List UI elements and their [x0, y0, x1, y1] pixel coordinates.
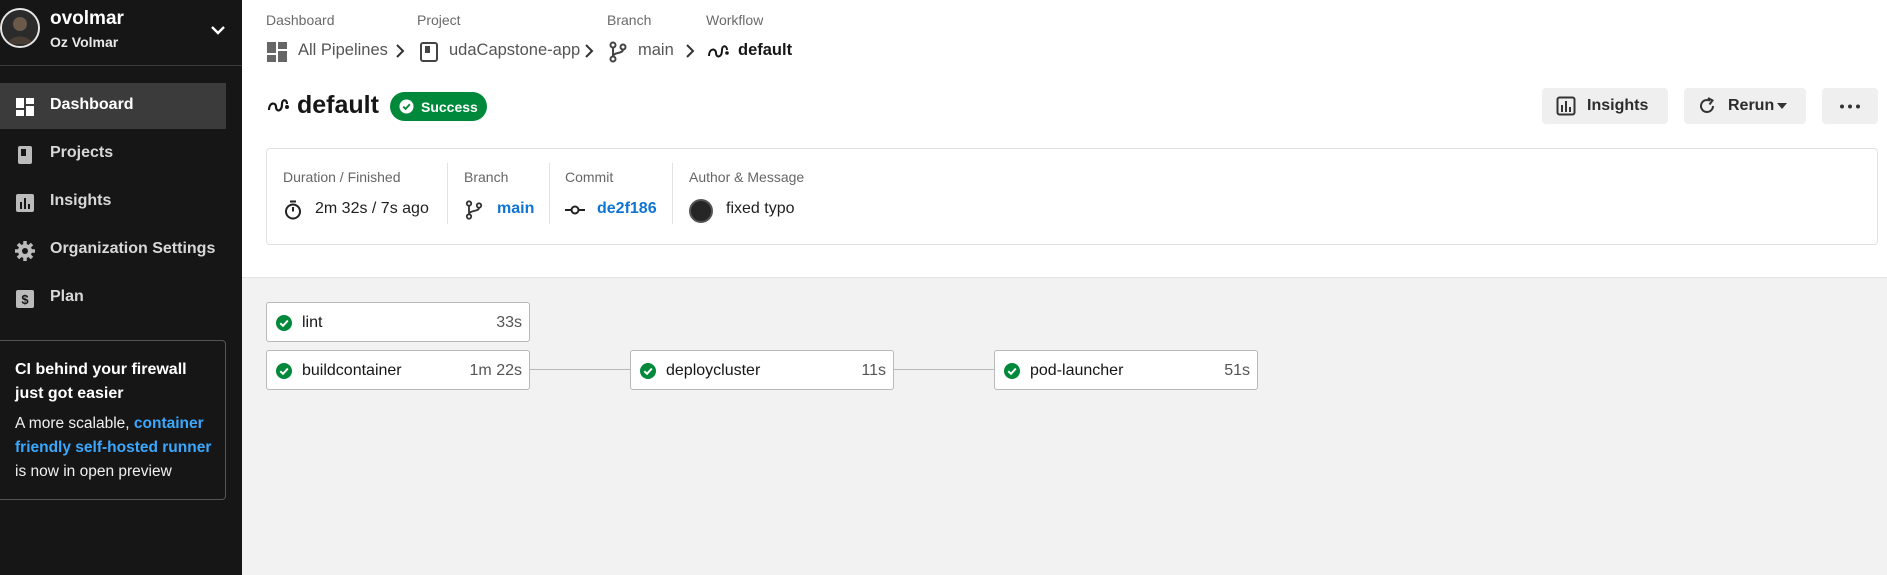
- divider: [447, 163, 448, 224]
- rerun-icon: [1700, 97, 1714, 113]
- sidebar-item-label: Projects: [50, 144, 114, 161]
- branch-label: Branch: [464, 169, 509, 185]
- sidebar-item-projects[interactable]: Projects: [0, 131, 226, 177]
- dashboard-icon: [16, 98, 34, 116]
- job-duration: 11s: [861, 362, 886, 379]
- breadcrumb-workflow-label: Workflow: [706, 12, 764, 28]
- success-check-icon: [276, 315, 292, 331]
- breadcrumb-project[interactable]: udaCapstone-app: [449, 41, 580, 60]
- commit-message: fixed typo: [726, 200, 795, 217]
- duration-value: 2m 32s / 7s ago: [315, 200, 429, 217]
- rerun-button[interactable]: Rerun: [1684, 88, 1806, 124]
- self-hosted-runner-promo: CI behind your firewall just got easier …: [0, 340, 226, 500]
- caret-down-icon: [1777, 103, 1787, 109]
- divider: [672, 163, 673, 224]
- sidebar-item-dashboard[interactable]: Dashboard: [0, 83, 226, 129]
- org-avatar: [0, 8, 40, 48]
- job-connector: [894, 369, 995, 370]
- author-label: Author & Message: [689, 169, 805, 185]
- commit-icon: [565, 205, 585, 215]
- branch-link[interactable]: main: [497, 200, 534, 218]
- chevron-right-icon: [686, 44, 695, 58]
- insights-icon: [16, 194, 34, 212]
- page-title: default: [297, 91, 379, 119]
- breadcrumb-all-pipelines[interactable]: All Pipelines: [298, 41, 388, 60]
- check-circle-icon: [399, 99, 414, 114]
- job-card-buildcontainer[interactable]: buildcontainer 1m 22s: [266, 350, 530, 390]
- branch-icon: [609, 41, 627, 63]
- projects-icon: [18, 146, 32, 164]
- workflow-icon: [708, 45, 729, 58]
- sidebar-item-label: Plan: [50, 288, 84, 305]
- job-name: deploycluster: [666, 362, 761, 379]
- status-badge: Success: [390, 92, 487, 121]
- job-card-pod-launcher[interactable]: pod-launcher 51s: [994, 350, 1258, 390]
- dashboard-icon: [267, 42, 287, 62]
- org-name: ovolmar: [50, 8, 124, 29]
- job-name: lint: [302, 314, 323, 331]
- svg-text:$: $: [21, 292, 29, 307]
- insights-icon: [1556, 96, 1576, 116]
- job-card-deploycluster[interactable]: deploycluster 11s: [630, 350, 894, 390]
- breadcrumb-project-label: Project: [417, 12, 461, 28]
- job-duration: 1m 22s: [469, 362, 522, 379]
- chevron-right-icon: [585, 44, 594, 58]
- sidebar-item-label: Insights: [50, 192, 112, 209]
- author-avatar: [689, 199, 713, 223]
- sidebar-item-insights[interactable]: Insights: [0, 179, 226, 225]
- duration-label: Duration / Finished: [283, 169, 401, 185]
- workflow-icon: [267, 99, 289, 112]
- job-duration: 51s: [1224, 362, 1250, 379]
- sidebar: ovolmar Oz Volmar Dashboard Projects Ins…: [0, 0, 242, 575]
- success-check-icon: [1004, 363, 1020, 379]
- breadcrumb-branch-label: Branch: [607, 12, 652, 28]
- sidebar-item-label: Organization Settings: [50, 240, 216, 257]
- sidebar-item-organization-settings[interactable]: Organization Settings: [0, 227, 226, 273]
- job-duration: 33s: [496, 314, 522, 331]
- divider: [549, 163, 550, 224]
- promo-title: CI behind your firewall just got easier: [15, 361, 187, 402]
- more-icon: [1840, 104, 1860, 109]
- success-check-icon: [640, 363, 656, 379]
- stopwatch-icon: [285, 200, 301, 220]
- insights-button-label: Insights: [1587, 97, 1649, 114]
- sidebar-item-label: Dashboard: [50, 96, 134, 113]
- job-name: buildcontainer: [302, 362, 402, 379]
- rerun-button-label: Rerun: [1728, 97, 1775, 114]
- dollar-icon: $: [16, 290, 34, 308]
- sidebar-item-plan[interactable]: $ Plan: [0, 275, 226, 321]
- org-user-name: Oz Volmar: [50, 34, 119, 50]
- promo-text: A more scalable,: [15, 415, 130, 432]
- status-label: Success: [421, 99, 478, 115]
- chevron-down-icon[interactable]: [208, 20, 228, 40]
- project-icon: [420, 42, 438, 62]
- org-switcher[interactable]: ovolmar Oz Volmar: [0, 0, 242, 66]
- pipeline-summary: Duration / Finished 2m 32s / 7s ago Bran…: [266, 148, 1878, 245]
- promo-text: is now in open preview: [15, 463, 172, 480]
- job-card-lint[interactable]: lint 33s: [266, 302, 530, 342]
- promo-body: A more scalable, container friendly self…: [15, 412, 213, 484]
- success-check-icon: [276, 363, 292, 379]
- commit-label: Commit: [565, 169, 614, 185]
- job-connector: [529, 369, 631, 370]
- chevron-right-icon: [396, 44, 405, 58]
- insights-button[interactable]: Insights: [1542, 88, 1668, 124]
- branch-icon: [465, 200, 483, 220]
- breadcrumb-branch[interactable]: main: [638, 41, 674, 60]
- breadcrumb-dashboard-label: Dashboard: [266, 12, 335, 28]
- gear-icon: [15, 241, 35, 261]
- commit-link[interactable]: de2f186: [597, 200, 657, 218]
- breadcrumb-workflow: default: [738, 41, 793, 59]
- more-options-button[interactable]: [1822, 88, 1878, 124]
- job-name: pod-launcher: [1030, 362, 1124, 379]
